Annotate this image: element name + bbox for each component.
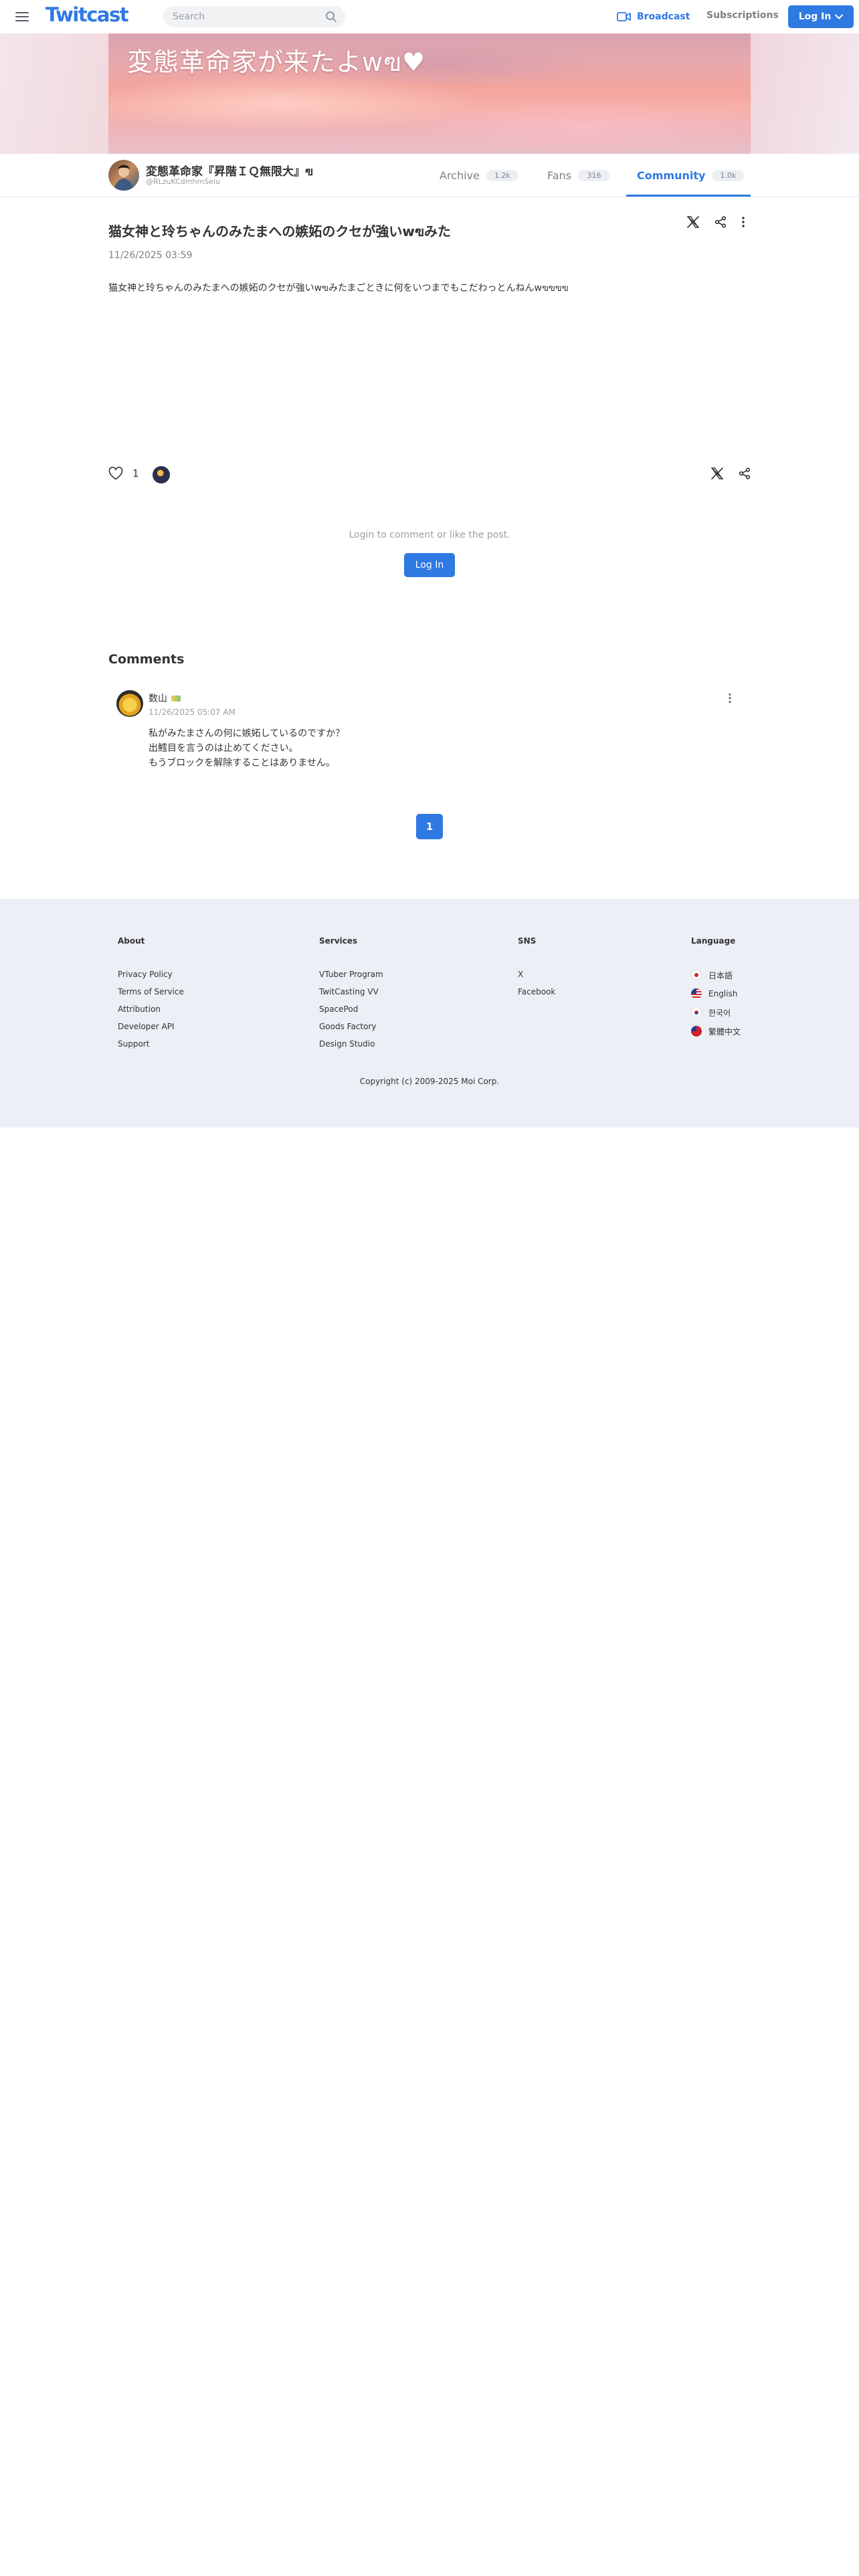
comments-heading: Comments (108, 652, 185, 667)
language-option-english[interactable]: English (691, 984, 741, 1003)
footer-column-sns: SNS X Facebook (518, 936, 555, 1000)
language-option-traditional-chinese[interactable]: 繁體中文 (691, 1022, 741, 1041)
search-box (163, 6, 345, 27)
post-actions-top (686, 215, 745, 229)
twitcast-logo[interactable]: Twitcast (45, 3, 129, 26)
login-to-comment-button[interactable]: Log In (404, 553, 455, 577)
taiwan-flag-icon (691, 1026, 702, 1037)
footer-link-design-studio[interactable]: Design Studio (319, 1035, 383, 1053)
channel-handle: @RLzuKCdmhmSeiu (146, 177, 220, 186)
comment-date: 11/26/2025 05:07 AM (149, 708, 235, 717)
tab-community[interactable]: Community 1.0k (637, 154, 745, 197)
tab-archive[interactable]: Archive 1.2k (440, 154, 518, 197)
comment-line: もうブロックを解除することはありません。 (149, 758, 335, 768)
footer-link-terms-of-service[interactable]: Terms of Service (118, 983, 184, 1000)
search-input[interactable] (173, 6, 320, 27)
more-options-icon[interactable] (728, 693, 732, 704)
copyright: Copyright (c) 2009-2025 Moi Corp. (359, 1077, 500, 1086)
broadcast-button[interactable]: Broadcast (617, 9, 690, 24)
us-flag-icon (691, 988, 702, 999)
comment-body: 私がみたまさんの何に嫉妬しているのですか？ 出鱈目を言うのは止めてください。 も… (149, 726, 345, 770)
post-title: 猫女神と玲ちゃんのみたまへの嫉妬のクセが強いwฃみた (108, 223, 452, 239)
more-options-icon[interactable] (741, 216, 745, 228)
tab-label: Community (637, 169, 706, 182)
login-button[interactable]: Log In (788, 5, 854, 28)
like-count: 1 (132, 467, 139, 479)
footer-link-privacy-policy[interactable]: Privacy Policy (118, 966, 184, 983)
post-date: 11/26/2025 03:59 (108, 250, 193, 261)
tab-count: 316 (578, 169, 611, 181)
post-body: 猫女神と玲ちゃんのみたまへの嫉妬のクセが強いwฃみたまごときに何をいつまでもこだ… (108, 283, 569, 294)
language-label: 繁體中文 (708, 1027, 741, 1037)
language-option-korean[interactable]: 한국어 (691, 1003, 741, 1022)
footer-link-goods-factory[interactable]: Goods Factory (319, 1018, 383, 1035)
footer-link-vtuber-program[interactable]: VTuber Program (319, 966, 383, 983)
login-prompt: Login to comment or like the post. (349, 530, 510, 540)
korea-flag-icon (691, 1007, 702, 1018)
video-camera-icon (617, 11, 632, 22)
tab-label: Archive (440, 169, 480, 182)
language-label: 日本語 (708, 970, 733, 980)
share-icon[interactable] (714, 216, 727, 228)
footer-link-attribution[interactable]: Attribution (118, 1000, 184, 1018)
top-bar: Twitcast Broadcast Subscriptions Log In (0, 0, 859, 34)
share-icon[interactable] (739, 467, 751, 479)
comment-avatar[interactable] (116, 690, 143, 717)
chevron-down-icon (835, 14, 844, 19)
japan-flag-icon (691, 970, 702, 980)
tab-count: 1.0k (712, 169, 745, 181)
channel-banner: 変態革命家が来たよwฃ♥ (108, 33, 751, 154)
comment-author-name: 数山 (149, 693, 167, 704)
footer-link-x[interactable]: X (518, 966, 555, 983)
footer-link-support[interactable]: Support (118, 1035, 184, 1053)
post-footer: 1 (108, 465, 751, 484)
tab-fans[interactable]: Fans 316 (547, 154, 611, 197)
member-badge-icon (171, 695, 181, 702)
language-option-japanese[interactable]: 日本語 (691, 966, 741, 984)
active-tab-indicator (626, 195, 751, 197)
banner-title: 変態革命家が来たよwฃ♥ (127, 47, 426, 77)
footer-heading: About (118, 936, 145, 946)
post-actions-bottom (710, 467, 751, 480)
x-share-icon[interactable] (710, 467, 724, 480)
footer: About Privacy Policy Terms of Service At… (0, 899, 859, 1128)
x-share-icon[interactable] (686, 215, 700, 229)
comment-line: 出鱈目を言うのは止めてください。 (149, 743, 298, 754)
footer-heading: SNS (518, 936, 537, 946)
footer-link-spacepod[interactable]: SpacePod (319, 1000, 383, 1018)
footer-link-developer-api[interactable]: Developer API (118, 1018, 184, 1035)
language-label: 한국어 (708, 1008, 731, 1018)
login-button-label: Log In (798, 11, 832, 22)
footer-column-about: About Privacy Policy Terms of Service At… (118, 936, 184, 1053)
search-icon[interactable] (325, 11, 337, 23)
like-button[interactable]: 1 (108, 467, 139, 480)
hamburger-menu-icon[interactable] (13, 8, 31, 25)
footer-link-twitcasting-vv[interactable]: TwitCasting VV (319, 983, 383, 1000)
footer-heading: Services (319, 936, 358, 946)
liker-avatar[interactable] (153, 466, 170, 484)
language-label: English (708, 989, 738, 998)
comment-line: 私がみたまさんの何に嫉妬しているのですか？ (149, 728, 345, 739)
pagination-page-1[interactable]: 1 (416, 814, 443, 839)
footer-link-facebook[interactable]: Facebook (518, 983, 555, 1000)
footer-column-services: Services VTuber Program TwitCasting VV S… (319, 936, 383, 1053)
footer-heading: Language (691, 936, 736, 946)
tab-count: 1.2k (486, 169, 518, 181)
comment-author[interactable]: 数山 (149, 691, 181, 705)
heart-icon (108, 467, 123, 480)
subscriptions-link[interactable]: Subscriptions (706, 10, 779, 21)
avatar[interactable] (108, 160, 139, 191)
footer-column-language: Language 日本語 English 한국어 繁體中文 (691, 936, 741, 1041)
profile-bar: 変態革命家『昇階ＩＱ無限大』ฃ @RLzuKCdmhmSeiu Archive … (0, 154, 859, 197)
tab-label: Fans (547, 169, 572, 182)
broadcast-label: Broadcast (637, 11, 690, 22)
